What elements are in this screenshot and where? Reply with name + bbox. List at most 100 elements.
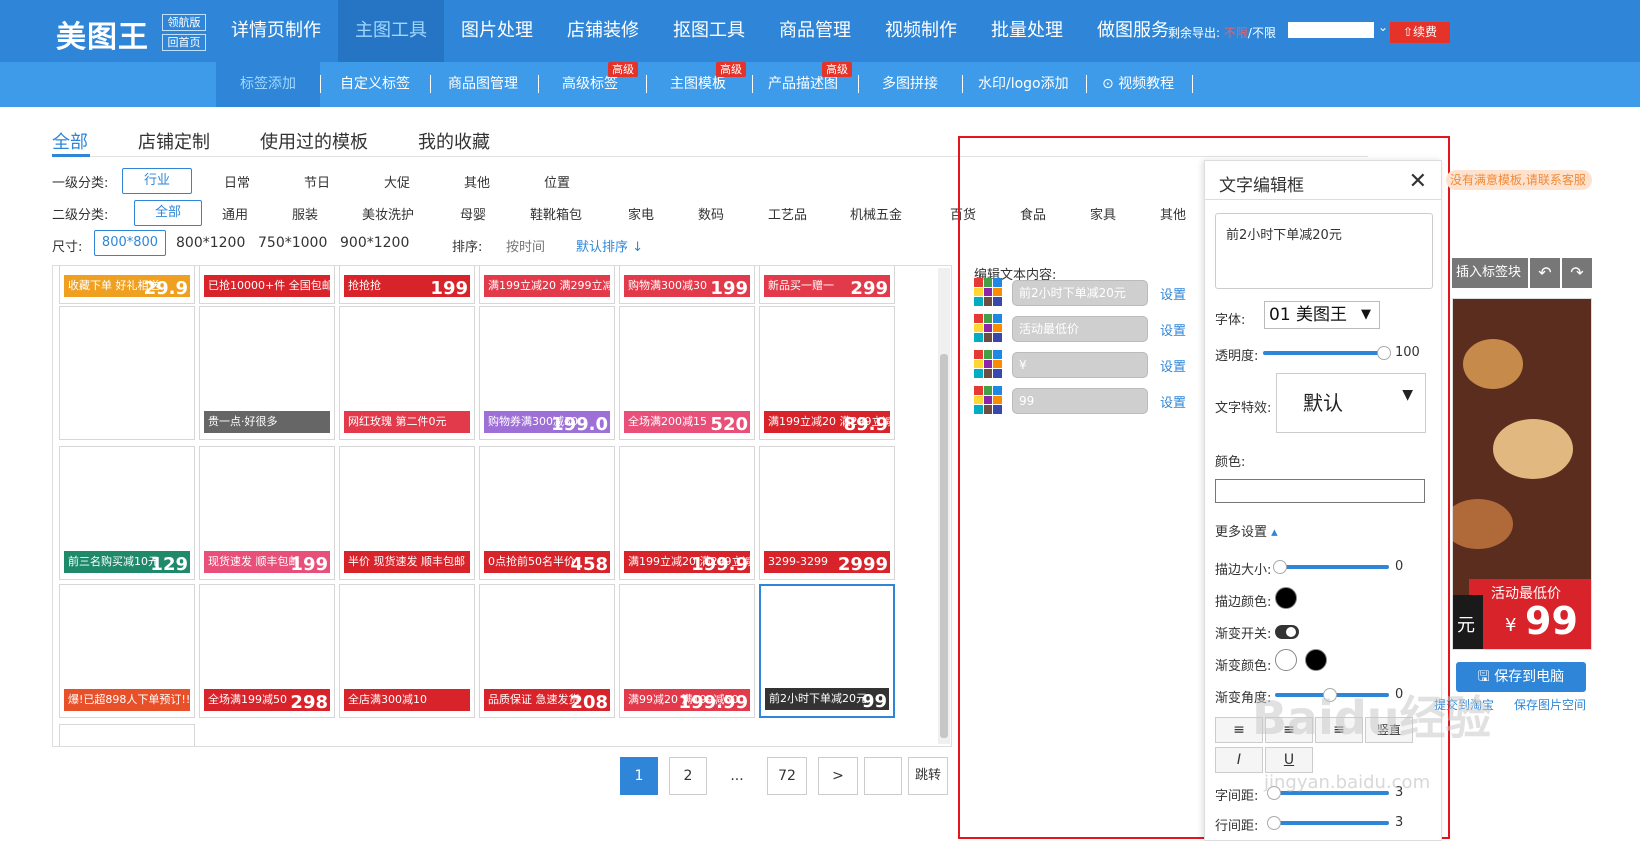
contact-service-hint[interactable]: 没有满意模板,请联系客服 (1446, 170, 1592, 190)
app-logo[interactable]: 美图王 (56, 12, 149, 56)
effect-select[interactable]: 默认 ▼ (1276, 373, 1426, 433)
scrollbar-thumb[interactable] (940, 354, 948, 738)
page-next[interactable]: > (818, 757, 858, 795)
template-card[interactable]: 抢抢抢 199 (339, 266, 475, 304)
grid-scrollbar[interactable] (938, 268, 950, 744)
template-card[interactable]: 购物满300减30 199 (619, 266, 755, 304)
nav-item[interactable]: 店铺装修 (550, 0, 656, 62)
more-settings-toggle[interactable]: 更多设置 ▴ (1215, 521, 1278, 540)
nav-item-active[interactable]: 主图工具 (338, 0, 444, 62)
template-card[interactable]: 购物券满300减30 199.0 (479, 306, 615, 440)
text-layer-input[interactable]: 前2小时下单减20元 (1012, 280, 1148, 306)
template-card[interactable]: 收藏下单 好礼相送 29.9 (59, 266, 195, 304)
nav-item[interactable]: 批量处理 (974, 0, 1080, 62)
size-selected[interactable]: 800*800 (94, 230, 166, 256)
template-card[interactable]: 前10分钟抢购价29.8 (59, 724, 195, 746)
filter-option[interactable]: 机械五金 (850, 204, 902, 223)
page-jump-button[interactable]: 跳转 (908, 757, 948, 795)
text-layer-input[interactable]: ¥ (1012, 352, 1148, 378)
text-layer-settings-link[interactable]: 设置 (1160, 392, 1186, 411)
page-last[interactable]: 72 (767, 757, 807, 795)
page-1[interactable]: 1 (620, 757, 658, 795)
insert-label-button[interactable]: 插入标签块 (1452, 258, 1528, 288)
text-layer-settings-link[interactable]: 设置 (1160, 356, 1186, 375)
color-palette-icon[interactable] (974, 386, 1002, 414)
tab-used[interactable]: 使用过的模板 (260, 128, 368, 154)
tab-shop-custom[interactable]: 店铺定制 (138, 128, 210, 154)
product-preview-image[interactable]: 活动最低价 元 ¥ 99 (1452, 298, 1592, 650)
nav-item[interactable]: 详情页制作 (214, 0, 338, 62)
template-card[interactable]: 新品买一赠一 299 (759, 266, 895, 304)
filter-option[interactable]: 位置 (544, 172, 570, 191)
account-name[interactable] (1288, 22, 1374, 38)
sort-by-time[interactable]: 按时间 (506, 236, 545, 255)
template-card[interactable]: 已抢10000+件 全国包邮 品质保证 (199, 266, 335, 304)
filter-option[interactable]: 通用 (222, 204, 248, 223)
text-content-input[interactable]: 前2小时下单减20元 (1215, 213, 1433, 289)
save-image-space-link[interactable]: 保存图片空间 (1514, 696, 1586, 713)
filter-option[interactable]: 家电 (628, 204, 654, 223)
template-card[interactable]: 全场满199减50 298 (199, 584, 335, 718)
subnav-custom-label[interactable]: 自定义标签 (340, 62, 410, 107)
filter-option[interactable]: 日常 (224, 172, 250, 191)
subnav-label-add[interactable]: 标签添加 (216, 62, 320, 107)
template-card[interactable]: 半价 现货速发 顺丰包邮 (339, 446, 475, 580)
font-select[interactable]: 01 美图王 ▼ (1264, 301, 1380, 329)
gradient-toggle[interactable] (1275, 625, 1299, 639)
renew-button[interactable]: ⇧续费 (1390, 22, 1450, 43)
italic-button[interactable]: I (1215, 747, 1263, 773)
template-card[interactable]: 前三名购买减10元 129 (59, 446, 195, 580)
template-card[interactable]: 满199立减20 满299立减50 (479, 266, 615, 304)
stroke-size-track[interactable] (1277, 565, 1389, 569)
subnav-watermark[interactable]: 水印/logo添加 (978, 62, 1069, 107)
size-option[interactable]: 750*1000 (258, 235, 327, 251)
template-card[interactable]: 3299-3299 2999 (759, 446, 895, 580)
underline-button[interactable]: U (1265, 747, 1313, 773)
filter-option[interactable]: 工艺品 (768, 204, 807, 223)
template-card[interactable]: 全场满200减15 520 (619, 306, 755, 440)
template-card[interactable]: 网红玫瑰 第二件0元 (339, 306, 475, 440)
filter-option[interactable]: 服装 (292, 204, 318, 223)
opacity-track[interactable] (1263, 351, 1387, 355)
version-tag[interactable]: 领航版 (162, 14, 206, 31)
sort-default[interactable]: 默认排序 ↓ (576, 236, 643, 255)
line-spacing-track[interactable] (1269, 821, 1389, 825)
redo-icon[interactable]: ↷ (1562, 258, 1592, 288)
filter-level1-selected[interactable]: 行业 (122, 168, 192, 194)
filter-option[interactable]: 大促 (384, 172, 410, 191)
color-palette-icon[interactable] (974, 278, 1002, 306)
template-card[interactable]: 满199立减20 满299立减5089.9 (759, 306, 895, 440)
filter-level2-selected[interactable]: 全部 (134, 200, 202, 226)
text-layer-settings-link[interactable]: 设置 (1160, 284, 1186, 303)
nav-item[interactable]: 抠图工具 (656, 0, 762, 62)
undo-icon[interactable]: ↶ (1530, 258, 1560, 288)
close-icon[interactable]: ✕ (1409, 169, 1427, 194)
template-card[interactable]: 前2小时下单减20元 99 (759, 584, 895, 718)
stroke-size-handle[interactable] (1273, 560, 1287, 574)
chevron-down-icon[interactable]: ⌄ (1378, 20, 1388, 34)
size-option[interactable]: 900*1200 (340, 235, 409, 251)
template-card[interactable]: 全店满300减10 (339, 584, 475, 718)
text-layer-settings-link[interactable]: 设置 (1160, 320, 1186, 339)
stroke-color-swatch[interactable] (1275, 587, 1297, 609)
filter-option[interactable]: 鞋靴箱包 (530, 204, 582, 223)
tab-favorites[interactable]: 我的收藏 (418, 128, 490, 154)
home-link[interactable]: 回首页 (162, 34, 206, 51)
filter-option[interactable]: 数码 (698, 204, 724, 223)
nav-item[interactable]: 商品管理 (762, 0, 868, 62)
filter-option[interactable]: 节日 (304, 172, 330, 191)
subnav-collage[interactable]: 多图拼接 (882, 62, 938, 107)
subnav-product-images[interactable]: 商品图管理 (448, 62, 518, 107)
nav-item[interactable]: 图片处理 (444, 0, 550, 62)
size-option[interactable]: 800*1200 (176, 235, 245, 251)
opacity-slider-handle[interactable] (1377, 346, 1391, 360)
color-input[interactable] (1215, 479, 1425, 503)
template-card[interactable]: 贵一点·好很多 (199, 306, 335, 440)
nav-item[interactable]: 视频制作 (868, 0, 974, 62)
template-card[interactable]: 现货速发 顺丰包邮 199 (199, 446, 335, 580)
page-jump-input[interactable] (864, 757, 902, 795)
template-card[interactable] (59, 306, 195, 440)
page-2[interactable]: 2 (669, 757, 707, 795)
text-layer-input[interactable]: 99 (1012, 388, 1148, 414)
subnav-video-tutorial[interactable]: ⊙ 视频教程 (1102, 62, 1174, 107)
